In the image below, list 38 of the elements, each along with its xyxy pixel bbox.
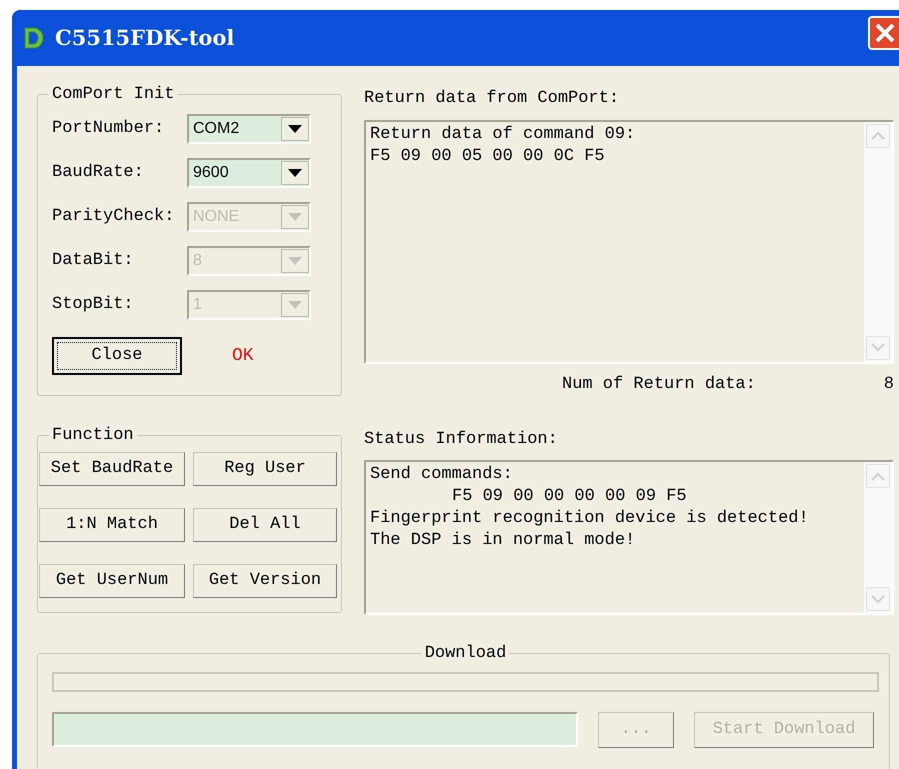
function-button[interactable]: Get UserNum (39, 564, 185, 598)
caret-icon (288, 257, 302, 265)
field-label: BaudRate: (52, 162, 145, 184)
scrollbar[interactable] (864, 122, 892, 362)
group-title: Download (424, 644, 508, 662)
caret-icon (288, 169, 302, 177)
field-label: StopBit: (52, 294, 135, 316)
group-title: Function (51, 426, 135, 444)
field-label: DataBit: (52, 250, 135, 272)
text-area[interactable]: Return data of command 09: F5 09 00 05 00 00 0C F5 (364, 120, 894, 364)
caret-icon (288, 213, 302, 221)
section-label: Status Information: (364, 428, 559, 450)
scrollbar[interactable] (864, 462, 892, 613)
function-button[interactable]: Reg User (193, 452, 337, 486)
scroll-down-icon[interactable] (871, 594, 885, 604)
function-button[interactable]: Set BaudRate (39, 452, 185, 486)
file-path-field[interactable] (52, 712, 578, 747)
function-button[interactable]: 1:N Match (39, 508, 185, 542)
count-label: Num of Return data: (562, 374, 756, 396)
section-label: Return data from ComPort: (364, 88, 620, 110)
scroll-up-icon[interactable] (871, 131, 885, 140)
dropdown[interactable]: COM2 (187, 114, 311, 144)
dropdown[interactable]: 9600 (187, 158, 311, 188)
app-icon (23, 26, 45, 50)
caret-icon (288, 301, 302, 309)
scroll-up-icon[interactable] (871, 472, 885, 480)
function-button[interactable]: Get Version (193, 564, 337, 598)
window-title: C5515FDK-tool (55, 24, 234, 52)
scroll-down-icon[interactable] (871, 343, 885, 352)
status-text: OK (232, 344, 254, 368)
group-title: ComPort Init (51, 86, 176, 103)
function-button[interactable]: Del All (193, 508, 337, 542)
text-area[interactable]: Send commands: F5 09 00 00 00 00 09 F5 Fingerprint recognition device is detected! The DSP is in normal mode! (364, 460, 894, 615)
close-button[interactable]: Close (52, 337, 182, 375)
caret-icon (288, 125, 302, 133)
field-label: PortNumber: (52, 118, 166, 140)
field-label: ParityCheck: (52, 206, 176, 228)
count-value: 8 (884, 374, 894, 396)
